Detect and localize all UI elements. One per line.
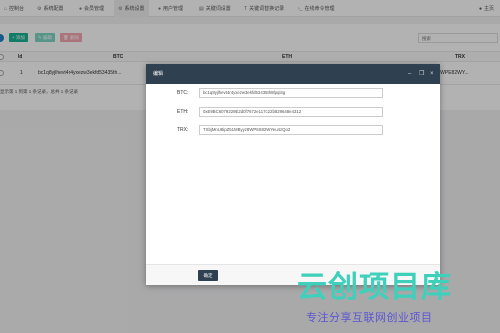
modal-title: 编辑 (153, 71, 164, 77)
modal-body: BTC: bc1q8yjlhevt4r4yxezw3ekfd53435th8fp… (146, 84, 440, 264)
confirm-button[interactable]: 确定 (198, 270, 218, 281)
watermark-title: 云创项目库 (297, 270, 452, 305)
maximize-icon[interactable]: ❐ (419, 64, 424, 84)
edit-modal: 编辑 – ❐ × BTC: bc1q8yjlhevt4r4yxezw3ekfd5… (146, 64, 440, 285)
watermark-subtitle: 专注分享互联网创业项目 (306, 311, 433, 324)
eth-field[interactable]: 0xE9BC6079229E2d0f7672e117c22b829648e431… (199, 107, 383, 117)
minimize-icon[interactable]: – (408, 64, 411, 84)
trx-label: TRX: (177, 127, 189, 133)
trx-field[interactable]: TXbjMnU8ipZ51MByyz8WP6S82WYeu4zQo2 (199, 125, 383, 135)
btc-label: BTC: (177, 90, 189, 96)
modal-header[interactable]: 编辑 – ❐ × (146, 64, 440, 84)
close-icon[interactable]: × (430, 64, 434, 84)
btc-field[interactable]: bc1q8yjlhevt4r4yxezw3ekfd53435th8fpql4g (199, 88, 383, 98)
eth-label: ETH: (177, 109, 189, 115)
